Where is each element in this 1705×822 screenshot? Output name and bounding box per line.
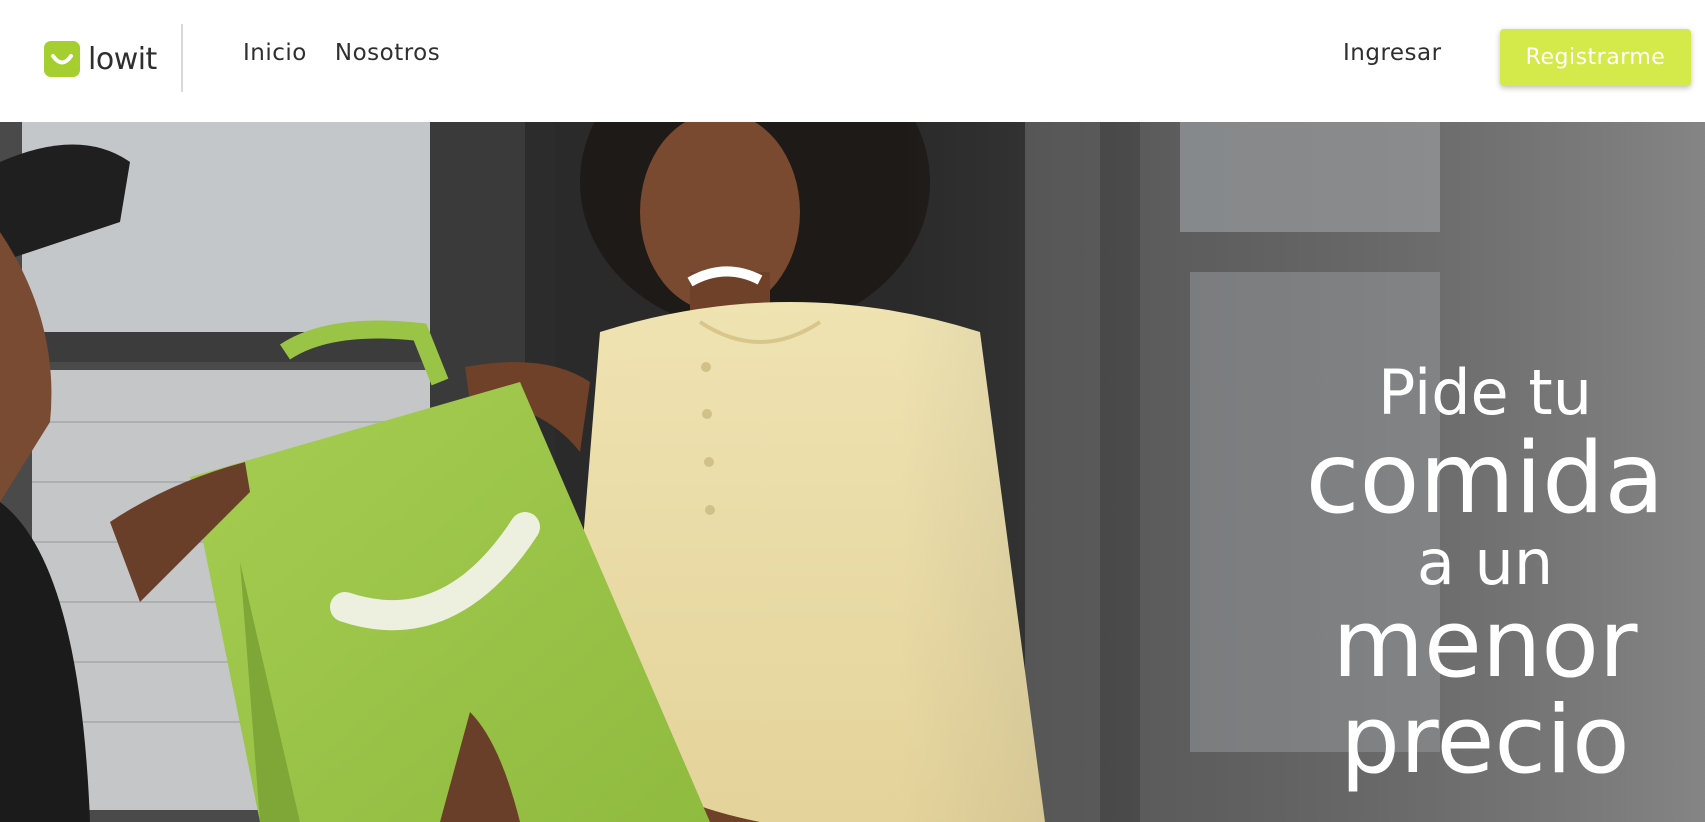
top-navigation-bar: lowit Inicio Nosotros Ingresar Registrar… xyxy=(0,0,1705,122)
header-divider xyxy=(181,24,183,92)
hero-section: Pide tu comida a un menor precio xyxy=(0,122,1705,822)
main-nav: Inicio Nosotros xyxy=(243,40,440,66)
headline-line-4: menor xyxy=(1332,590,1638,699)
hero-headline: Pide tu comida a un menor precio xyxy=(1270,362,1700,788)
headline-line-1: Pide tu xyxy=(1377,356,1593,429)
brand-logo[interactable]: lowit xyxy=(44,36,157,82)
nav-item-inicio[interactable]: Inicio xyxy=(243,40,307,66)
login-link[interactable]: Ingresar xyxy=(1343,40,1442,66)
register-button[interactable]: Registrarme xyxy=(1500,29,1691,86)
smile-bag-logo-icon xyxy=(44,41,80,77)
headline-line-2: comida xyxy=(1305,422,1665,536)
nav-item-nosotros[interactable]: Nosotros xyxy=(335,40,440,66)
brand-name: lowit xyxy=(88,41,157,77)
headline-line-5: precio xyxy=(1340,686,1630,795)
headline-line-3: a un xyxy=(1416,526,1554,599)
